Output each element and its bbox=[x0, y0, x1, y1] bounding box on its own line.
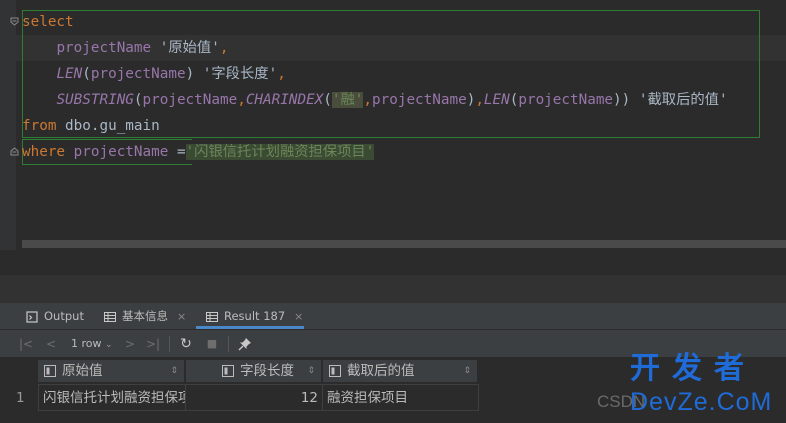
tab-label: Output bbox=[44, 309, 84, 323]
operator: = bbox=[176, 144, 186, 160]
paren: ( bbox=[82, 66, 91, 82]
comma: , bbox=[219, 40, 229, 56]
first-page-button[interactable]: |< bbox=[18, 335, 34, 353]
column-ref: projectName bbox=[518, 92, 614, 108]
refresh-icon[interactable]: ↻ bbox=[178, 335, 194, 353]
sort-icon[interactable]: ⇕ bbox=[463, 360, 471, 382]
watermark-title: 开发者 bbox=[630, 351, 756, 386]
row-count-label: 1 row bbox=[71, 337, 102, 350]
pin-icon[interactable] bbox=[238, 337, 252, 351]
column-header-original[interactable]: 原始值 ⇕ bbox=[38, 360, 185, 382]
comma: , bbox=[277, 66, 286, 82]
editor-gutter bbox=[0, 0, 19, 250]
table-icon bbox=[104, 311, 116, 322]
fold-close-icon[interactable] bbox=[10, 147, 19, 156]
paren: ) bbox=[185, 66, 195, 82]
comma: , bbox=[237, 92, 246, 108]
tab-output[interactable]: Output bbox=[26, 303, 84, 330]
column-ref: projectName bbox=[56, 40, 152, 56]
code-line-4[interactable]: SUBSTRING(projectName,CHARINDEX('融',proj… bbox=[22, 87, 728, 113]
highlighted-string: '闪银信托计划融资担保项目' bbox=[185, 144, 375, 160]
string-literal: '原始值' bbox=[159, 40, 220, 56]
column-header-extracted[interactable]: 截取后的值 ⇕ bbox=[323, 360, 478, 382]
table-icon bbox=[206, 311, 218, 322]
function-name: LEN bbox=[483, 92, 510, 108]
code-line-2[interactable]: projectName '原始值', bbox=[22, 35, 228, 61]
highlighted-string: '融' bbox=[331, 92, 364, 108]
separator bbox=[228, 336, 229, 352]
keyword: where bbox=[22, 144, 66, 160]
column-icon bbox=[329, 365, 341, 377]
table-cell[interactable]: 融资担保项目 bbox=[322, 384, 479, 411]
column-label: 截取后的值 bbox=[347, 363, 415, 379]
last-page-button[interactable]: >| bbox=[145, 335, 161, 353]
active-tab-indicator bbox=[196, 326, 304, 329]
results-tab-bar: Output 基本信息 × Result 187 × bbox=[0, 303, 786, 330]
function-name: SUBSTRING bbox=[56, 92, 134, 108]
column-header-length[interactable]: 字段长度 ⇕ bbox=[186, 360, 322, 382]
table-cell[interactable]: 12 bbox=[185, 384, 323, 411]
keyword: from bbox=[22, 118, 57, 134]
code-line-6[interactable]: where projectName ='闪银信托计划融资担保项目' bbox=[22, 139, 375, 165]
string-literal: '截取后的值' bbox=[638, 92, 728, 108]
code-line-5[interactable]: from dbo.gu_main bbox=[22, 113, 160, 139]
comma: , bbox=[475, 92, 484, 108]
column-ref: projectName bbox=[73, 144, 169, 160]
watermark-site: DevZe.CoM bbox=[630, 388, 773, 416]
keyword: select bbox=[22, 14, 74, 30]
paren: ( bbox=[133, 92, 143, 108]
panel-splitter[interactable] bbox=[0, 275, 786, 303]
tab-label: 基本信息 bbox=[122, 309, 168, 323]
column-ref: projectName bbox=[90, 66, 186, 82]
separator bbox=[169, 336, 170, 352]
close-icon[interactable]: × bbox=[177, 303, 186, 330]
stop-icon[interactable]: ■ bbox=[204, 335, 220, 353]
function-name: CHARINDEX bbox=[245, 92, 324, 108]
prev-page-button[interactable]: < bbox=[44, 335, 58, 353]
code-line-3[interactable]: LEN(projectName) '字段长度', bbox=[22, 61, 286, 87]
paren: )) bbox=[613, 92, 631, 108]
column-icon bbox=[44, 365, 56, 377]
code-line-1[interactable]: select bbox=[22, 9, 74, 35]
sort-icon[interactable]: ⇕ bbox=[170, 360, 178, 382]
row-number: 1 bbox=[16, 390, 25, 406]
function-name: LEN bbox=[56, 66, 83, 82]
comma: , bbox=[363, 92, 373, 108]
column-label: 字段长度 bbox=[240, 363, 294, 379]
fold-open-icon[interactable] bbox=[10, 17, 19, 26]
output-icon bbox=[26, 310, 38, 323]
table-ref: dbo.gu_main bbox=[65, 118, 160, 134]
column-icon bbox=[222, 365, 234, 377]
table-cell[interactable]: 闪银信托计划融资担保项目 bbox=[38, 384, 186, 411]
horizontal-scrollbar[interactable] bbox=[22, 240, 786, 248]
column-ref: projectName bbox=[372, 92, 467, 108]
column-ref: projectName bbox=[142, 92, 238, 108]
sort-icon[interactable]: ⇕ bbox=[307, 360, 315, 382]
chevron-down-icon: ⌄ bbox=[105, 340, 113, 350]
sql-editor[interactable]: select projectName '原始值', LEN(projectNam… bbox=[0, 0, 786, 250]
paren: ( bbox=[323, 92, 332, 108]
string-literal: '字段长度' bbox=[202, 66, 278, 82]
row-count-selector[interactable]: 1 row ⌄ bbox=[71, 335, 113, 353]
next-page-button[interactable]: > bbox=[123, 335, 137, 353]
tab-basic-info[interactable]: 基本信息 × bbox=[104, 303, 186, 330]
column-label: 原始值 bbox=[62, 363, 103, 379]
